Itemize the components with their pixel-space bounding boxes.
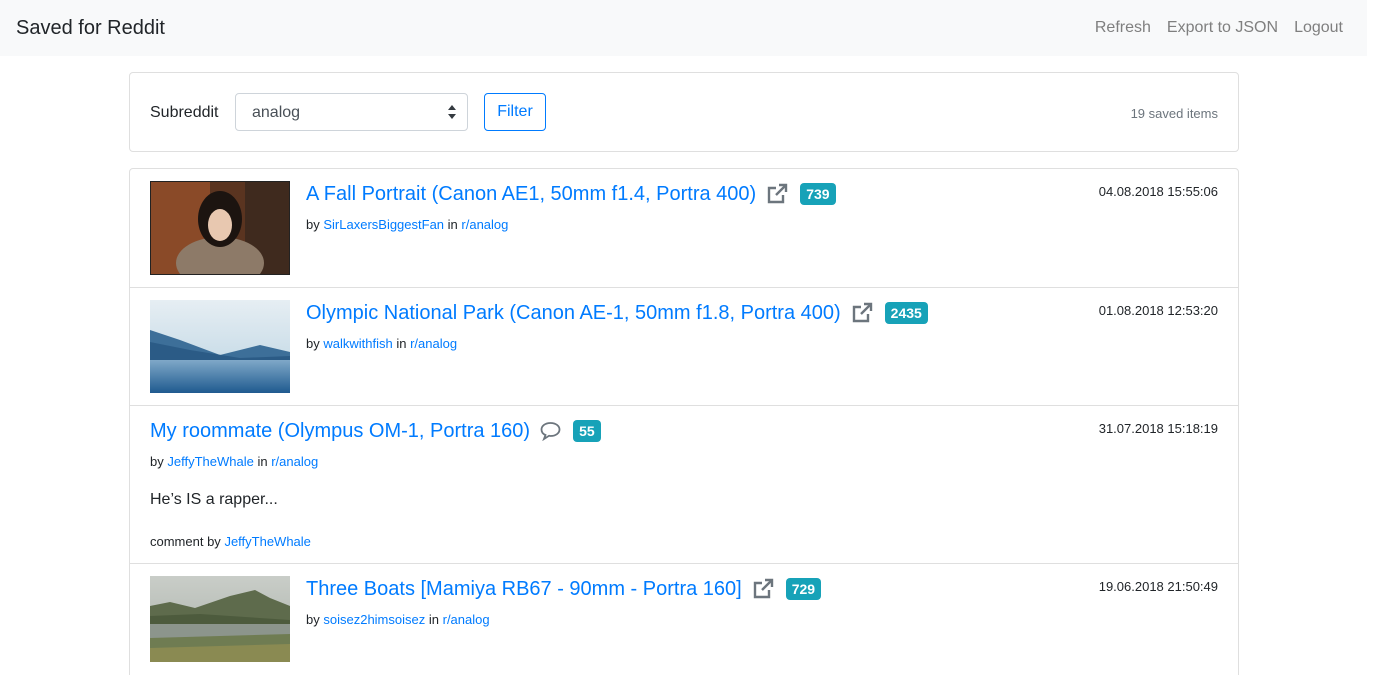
- score-badge: 739: [800, 183, 836, 205]
- post-byline: by soisez2himsoisez in r/analog: [306, 612, 490, 627]
- post-title[interactable]: My roommate (Olympus OM-1, Portra 160): [150, 419, 530, 443]
- subreddit-label: Subreddit: [150, 104, 219, 121]
- list-item: A Fall Portrait (Canon AE1, 50mm f1.4, P…: [130, 169, 1238, 288]
- post-thumbnail[interactable]: [150, 576, 290, 662]
- post-byline: by walkwithfish in r/analog: [306, 336, 458, 351]
- subreddit-select-value: analog: [252, 104, 301, 121]
- comment-body: He’s IS a rapper...: [150, 491, 278, 508]
- nav-links: Refresh Export to JSON Logout: [1095, 19, 1343, 37]
- saved-date: 04.08.2018 15:55:06: [1098, 184, 1218, 199]
- filter-button[interactable]: Filter: [484, 93, 546, 131]
- external-link-icon[interactable]: [766, 183, 788, 205]
- score-badge: 729: [785, 578, 822, 600]
- post-thumbnail[interactable]: [150, 181, 290, 275]
- saved-items-list: A Fall Portrait (Canon AE1, 50mm f1.4, P…: [129, 168, 1239, 675]
- post-title[interactable]: A Fall Portrait (Canon AE1, 50mm f1.4, P…: [306, 182, 756, 206]
- post-title[interactable]: Olympic National Park (Canon AE-1, 50mm …: [306, 301, 841, 325]
- post-byline: by SirLaxersBiggestFan in r/analog: [306, 217, 509, 232]
- subreddit-link[interactable]: r/analog: [443, 612, 490, 627]
- subreddit-link[interactable]: r/analog: [410, 336, 457, 351]
- author-link[interactable]: walkwithfish: [323, 336, 392, 351]
- subreddit-link[interactable]: r/analog: [271, 454, 318, 469]
- author-link[interactable]: SirLaxersBiggestFan: [323, 217, 444, 232]
- refresh-link[interactable]: Refresh: [1095, 19, 1151, 37]
- list-item: Three Boats [Mamiya RB67 - 90mm - Portra…: [130, 564, 1238, 675]
- subreddit-select[interactable]: analog: [235, 93, 468, 131]
- landscape-image: [150, 300, 290, 393]
- select-arrows-icon: [448, 105, 456, 119]
- logout-link[interactable]: Logout: [1294, 19, 1343, 37]
- saved-date: 19.06.2018 21:50:49: [1098, 579, 1218, 594]
- post-byline: by JeffyTheWhale in r/analog: [150, 454, 319, 469]
- export-json-link[interactable]: Export to JSON: [1167, 19, 1278, 37]
- boats-image: [150, 576, 290, 662]
- post-title[interactable]: Three Boats [Mamiya RB67 - 90mm - Portra…: [306, 577, 742, 601]
- author-link[interactable]: JeffyTheWhale: [167, 454, 253, 469]
- score-badge: 55: [573, 420, 601, 442]
- app-title[interactable]: Saved for Reddit: [16, 17, 165, 39]
- navbar: Saved for Reddit Refresh Export to JSON …: [0, 0, 1367, 56]
- saved-date: 01.08.2018 12:53:20: [1098, 303, 1218, 318]
- comment-byline: comment by JeffyTheWhale: [150, 534, 311, 549]
- external-link-icon[interactable]: [851, 302, 873, 324]
- subreddit-link[interactable]: r/analog: [461, 217, 508, 232]
- saved-count: 19 saved items: [1130, 106, 1218, 121]
- author-link[interactable]: soisez2himsoisez: [323, 612, 425, 627]
- post-thumbnail[interactable]: [150, 300, 290, 393]
- portrait-image: [150, 181, 290, 275]
- comment-author-link[interactable]: JeffyTheWhale: [224, 534, 310, 549]
- score-badge: 2435: [884, 302, 928, 324]
- saved-date: 31.07.2018 15:18:19: [1098, 421, 1218, 436]
- filter-panel: Subreddit analog Filter 19 saved items: [129, 72, 1239, 152]
- comment-icon: [540, 422, 561, 441]
- list-item: Olympic National Park (Canon AE-1, 50mm …: [130, 288, 1238, 406]
- list-item: My roommate (Olympus OM-1, Portra 160) 5…: [130, 406, 1238, 564]
- external-link-icon[interactable]: [752, 578, 774, 600]
